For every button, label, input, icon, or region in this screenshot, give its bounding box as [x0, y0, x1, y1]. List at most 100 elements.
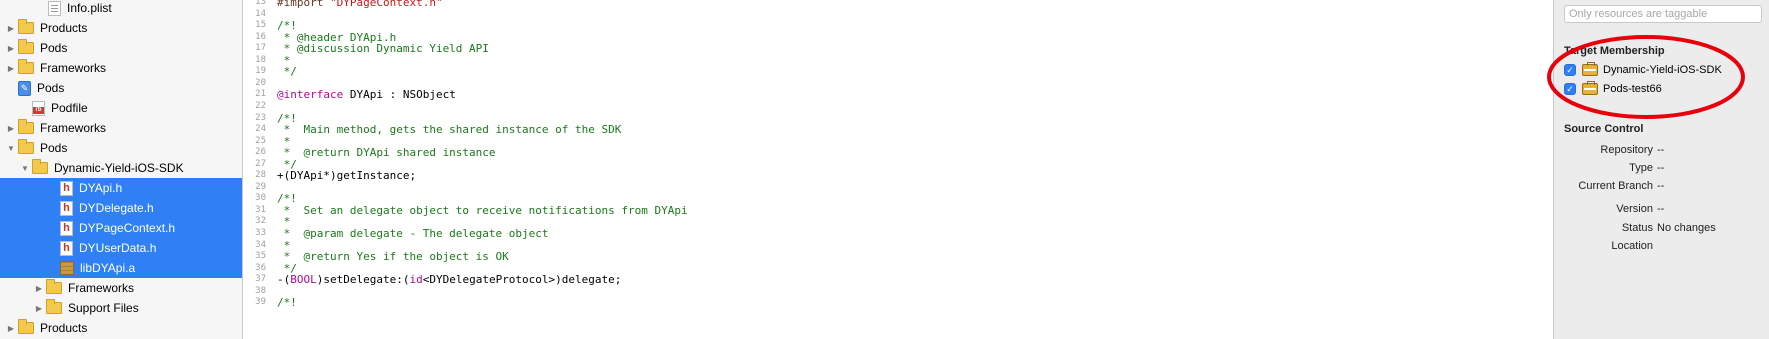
project-navigator: Info.plist ▶ Products ▶ Pods ▶ Frameworks ✎ Pods… — [0, 0, 243, 339]
source-control-header: Source Control — [1564, 123, 1644, 135]
navigator-row-label: Pods — [40, 141, 68, 155]
folder-icon — [18, 139, 34, 154]
code-editor[interactable]: 13 14 15 16 17 18 19 20 21 22 23 24 25 26 27 28 29 30 31 32… — [243, 0, 1553, 339]
disclosure-collapsed-icon[interactable]: ▶ — [34, 283, 44, 293]
navigator-row[interactable]: ▶ Pods — [0, 38, 242, 58]
navigator-row[interactable]: ▼ Pods — [0, 138, 242, 158]
navigator-row[interactable]: ✎ Pods — [0, 78, 242, 98]
version-value: -- — [1657, 203, 1665, 215]
folder-icon — [18, 119, 34, 134]
navigator-row-label: DYPageContext.h — [79, 221, 176, 235]
target-membership-header: Target Membership — [1564, 45, 1665, 57]
version-label: Version — [1616, 203, 1653, 215]
navigator-row[interactable]: ▶ Products — [0, 318, 242, 338]
navigator-row-label: libDYApi.a — [80, 261, 136, 275]
navigator-row[interactable]: ▶ Frameworks — [0, 58, 242, 78]
toolbox-icon — [1582, 81, 1598, 95]
navigator-row[interactable]: Info.plist — [0, 0, 242, 18]
code-line: -(BOOL)setDelegate:(id<DYDelegateProtoco… — [277, 273, 622, 287]
disclosure-collapsed-icon[interactable]: ▶ — [6, 43, 16, 53]
folder-icon — [18, 319, 34, 334]
folder-icon — [18, 59, 34, 74]
folder-icon — [18, 39, 34, 54]
navigator-row[interactable]: ▶ Products — [0, 18, 242, 38]
target-row-pods-test66[interactable]: ✓ Pods-test66 — [1564, 81, 1662, 97]
location-label: Location — [1611, 240, 1653, 252]
navigator-row[interactable]: ▶ Frameworks — [0, 118, 242, 138]
disclosure-collapsed-icon[interactable]: ▶ — [6, 23, 16, 33]
navigator-row[interactable]: h DYDelegate.h — [0, 198, 242, 218]
code-line: */ — [277, 65, 297, 79]
disclosure-expanded-icon[interactable]: ▼ — [6, 143, 16, 153]
navigator-row-label: Frameworks — [40, 61, 107, 75]
repository-value: -- — [1657, 144, 1665, 156]
toolbox-icon — [1582, 62, 1598, 76]
navigator-row-label: DYApi.h — [79, 181, 123, 195]
code-line: * @return Yes if the object is OK — [277, 250, 509, 264]
navigator-row[interactable]: h DYApi.h — [0, 178, 242, 198]
navigator-row-label: Podfile — [51, 101, 88, 115]
navigator-row-label: Products — [40, 21, 88, 35]
code-line: * @param delegate - The delegate object — [277, 227, 549, 240]
navigator-row-label: DYUserData.h — [79, 241, 157, 255]
navigator-row[interactable]: libDYApi.a — [0, 258, 242, 278]
tags-field[interactable]: Only resources are taggable — [1564, 5, 1762, 23]
repository-label: Repository — [1600, 144, 1653, 156]
current-branch-label: Current Branch — [1578, 180, 1653, 192]
disclosure-collapsed-icon[interactable]: ▶ — [34, 303, 44, 313]
disclosure-collapsed-icon[interactable]: ▶ — [6, 323, 16, 333]
target-row-dynamic-yield[interactable]: ✓ Dynamic-Yield-iOS-SDK — [1564, 62, 1722, 78]
disclosure-collapsed-icon[interactable]: ▶ — [6, 123, 16, 133]
status-label: Status — [1621, 222, 1653, 234]
navigator-row-label: Frameworks — [68, 281, 135, 295]
ruby-file-icon: rb — [32, 100, 45, 116]
code-line: /*! — [277, 296, 297, 310]
target-name: Dynamic-Yield-iOS-SDK — [1603, 64, 1722, 76]
navigator-row[interactable]: rb Podfile — [0, 98, 242, 118]
type-value: -- — [1657, 162, 1665, 174]
header-file-icon: h — [60, 240, 73, 256]
navigator-row-label: Dynamic-Yield-iOS-SDK — [54, 161, 184, 175]
target-name: Pods-test66 — [1603, 83, 1662, 95]
disclosure-expanded-icon[interactable]: ▼ — [20, 163, 30, 173]
current-branch-value: -- — [1657, 180, 1665, 192]
folder-icon — [18, 19, 34, 34]
folder-icon — [32, 159, 48, 174]
header-file-icon: h — [60, 220, 73, 236]
header-file-icon: h — [60, 200, 73, 216]
line-number: 39 — [255, 297, 266, 308]
code-line: @interface DYApi : NSObject — [277, 88, 456, 102]
plist-file-icon — [48, 0, 61, 16]
code-line: * @discussion Dynamic Yield API — [277, 42, 489, 56]
folder-icon — [46, 299, 62, 314]
navigator-row-label: Support Files — [68, 301, 139, 315]
code-line: #import "DYPageContext.h" — [277, 0, 443, 9]
navigator-row[interactable]: ▶ Support Files — [0, 298, 242, 318]
type-label: Type — [1629, 162, 1653, 174]
navigator-row[interactable]: ▶ Frameworks — [0, 278, 242, 298]
navigator-row-label: Pods — [40, 41, 68, 55]
navigator-row-label: Frameworks — [40, 121, 107, 135]
code-line: +(DYApi*)getInstance; — [277, 169, 417, 183]
library-file-icon — [60, 261, 74, 275]
code-line: * @return DYApi shared instance — [277, 146, 496, 160]
navigator-row-label: Pods — [37, 81, 65, 95]
navigator-row[interactable]: h DYPageContext.h — [0, 218, 242, 238]
folder-icon — [46, 279, 62, 294]
code-line: * Set an delegate object to receive noti… — [277, 203, 688, 217]
navigator-row[interactable]: ▼ Dynamic-Yield-iOS-SDK — [0, 158, 242, 178]
disclosure-collapsed-icon[interactable]: ▶ — [6, 63, 16, 73]
target-checkbox[interactable]: ✓ — [1564, 83, 1576, 95]
header-file-icon: h — [60, 180, 73, 196]
line-number-gutter: 13 14 15 16 17 18 19 20 21 22 23 24 25 26 27 28 29 30 31 32… — [243, 0, 268, 339]
navigator-row[interactable]: h DYUserData.h — [0, 238, 242, 258]
target-checkbox[interactable]: ✓ — [1564, 64, 1576, 76]
